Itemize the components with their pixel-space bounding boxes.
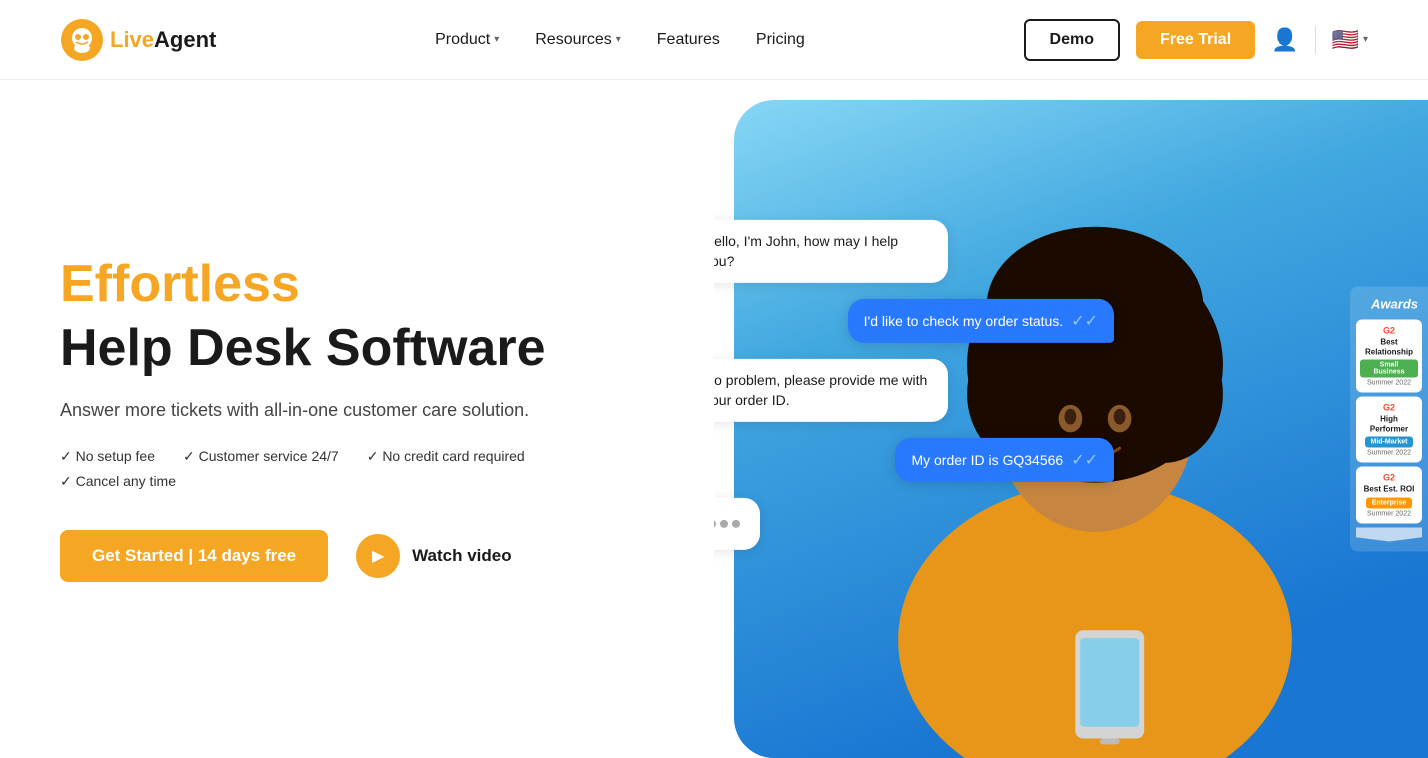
hero-ctas: Get Started | 14 days free ▶ Watch video bbox=[60, 530, 654, 582]
dot-2 bbox=[720, 520, 728, 528]
award-ribbon-1: Small Business bbox=[1360, 360, 1418, 378]
hero-tagline: Effortless bbox=[60, 256, 654, 313]
award-title-3: Best Est. ROI bbox=[1364, 485, 1415, 495]
nav-product[interactable]: Product ▾ bbox=[435, 31, 499, 49]
chat-row-typing bbox=[714, 498, 1114, 550]
flag-icon: 🇺🇸 bbox=[1332, 27, 1359, 53]
language-selector[interactable]: 🇺🇸 ▾ bbox=[1332, 27, 1368, 53]
awards-panel: Awards G2 Best Relationship Small Busine… bbox=[1350, 287, 1428, 552]
watch-video-button[interactable]: ▶ Watch video bbox=[356, 534, 512, 578]
play-icon: ▶ bbox=[356, 534, 400, 578]
award-ribbon-3: Enterprise bbox=[1366, 497, 1413, 508]
nav-resources[interactable]: Resources ▾ bbox=[535, 31, 621, 49]
award-year-1: Summer 2022 bbox=[1367, 380, 1411, 387]
chevron-down-icon: ▾ bbox=[494, 34, 499, 45]
g2-logo-1: G2 bbox=[1383, 326, 1395, 336]
dot-3 bbox=[732, 520, 740, 528]
award-badge-1: G2 Best Relationship Small Business Summ… bbox=[1356, 320, 1422, 393]
dot-1 bbox=[714, 520, 716, 528]
award-year-3: Summer 2022 bbox=[1367, 510, 1411, 517]
award-year-2: Summer 2022 bbox=[1367, 450, 1411, 457]
nav-divider bbox=[1315, 26, 1316, 54]
typing-indicator bbox=[714, 498, 760, 550]
award-badge-2: G2 High Performer Mid-Market Summer 2022 bbox=[1356, 397, 1422, 463]
hero-left: Effortless Help Desk Software Answer mor… bbox=[0, 80, 714, 758]
nav-actions: Demo Free Trial 👤 🇺🇸 ▾ bbox=[1024, 19, 1368, 61]
chat-row-2: I'd like to check my order status. ✓✓ bbox=[714, 299, 1114, 343]
chevron-down-icon: ▾ bbox=[1363, 34, 1368, 45]
nav-features[interactable]: Features bbox=[657, 31, 720, 49]
read-receipts: ✓✓ bbox=[1071, 311, 1098, 331]
award-arrow bbox=[1356, 527, 1422, 541]
award-title-1: Best Relationship bbox=[1360, 338, 1418, 357]
free-trial-button[interactable]: Free Trial bbox=[1136, 21, 1255, 59]
logo-icon bbox=[60, 18, 104, 62]
logo[interactable]: LiveAgent bbox=[60, 18, 216, 62]
check-cancel: ✓ Cancel any time bbox=[60, 473, 176, 490]
awards-label: Awards bbox=[1356, 297, 1422, 312]
chat-bubble-4: My order ID is GQ34566 ✓✓ bbox=[895, 438, 1114, 482]
chat-bubble-1: Hello, I'm John, how may I help you? bbox=[714, 220, 948, 283]
chat-row-3: No problem, please provide me with your … bbox=[714, 359, 1114, 422]
g2-logo-2: G2 bbox=[1383, 403, 1395, 413]
g2-logo-3: G2 bbox=[1383, 473, 1395, 483]
chat-row-4: My order ID is GQ34566 ✓✓ bbox=[714, 438, 1114, 482]
hero-subtitle: Answer more tickets with all-in-one cust… bbox=[60, 397, 654, 424]
hero-right: Hello, I'm John, how may I help you? I'd… bbox=[714, 80, 1428, 758]
hero-section: Effortless Help Desk Software Answer mor… bbox=[0, 80, 1428, 758]
award-title-2: High Performer bbox=[1360, 415, 1418, 434]
user-icon[interactable]: 👤 bbox=[1271, 27, 1298, 53]
award-ribbon-2: Mid-Market bbox=[1365, 437, 1414, 448]
nav-links: Product ▾ Resources ▾ Features Pricing bbox=[435, 31, 805, 49]
read-receipts-2: ✓✓ bbox=[1071, 450, 1098, 470]
hero-background: Hello, I'm John, how may I help you? I'd… bbox=[714, 80, 1428, 758]
chat-bubble-3: No problem, please provide me with your … bbox=[714, 359, 948, 422]
demo-button[interactable]: Demo bbox=[1024, 19, 1120, 61]
get-started-button[interactable]: Get Started | 14 days free bbox=[60, 530, 328, 582]
check-no-setup: ✓ No setup fee bbox=[60, 448, 155, 465]
typing-dots bbox=[714, 512, 740, 536]
hero-title: Help Desk Software bbox=[60, 320, 654, 377]
award-badge-3: G2 Best Est. ROI Enterprise Summer 2022 bbox=[1356, 467, 1422, 524]
chat-bubble-2: I'd like to check my order status. ✓✓ bbox=[848, 299, 1114, 343]
chevron-down-icon: ▾ bbox=[616, 34, 621, 45]
chat-row-1: Hello, I'm John, how may I help you? bbox=[714, 220, 1114, 283]
logo-text: LiveAgent bbox=[110, 27, 216, 53]
navbar: LiveAgent Product ▾ Resources ▾ Features… bbox=[0, 0, 1428, 80]
chat-bubbles: Hello, I'm John, how may I help you? I'd… bbox=[714, 220, 1114, 550]
check-customer-service: ✓ Customer service 24/7 bbox=[183, 448, 339, 465]
nav-pricing[interactable]: Pricing bbox=[756, 31, 805, 49]
check-no-credit-card: ✓ No credit card required bbox=[367, 448, 525, 465]
hero-checks: ✓ No setup fee ✓ Customer service 24/7 ✓… bbox=[60, 448, 654, 490]
